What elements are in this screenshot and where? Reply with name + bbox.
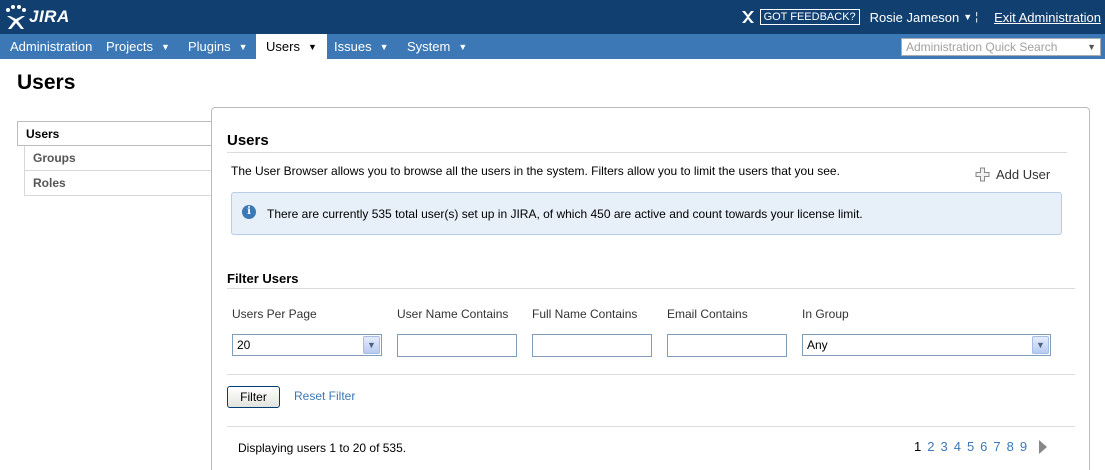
jira-logo[interactable]: JIRA xyxy=(4,3,70,31)
add-user-label: Add User xyxy=(996,167,1051,182)
chevron-down-icon: ▼ xyxy=(238,42,248,52)
filter-users-heading: Filter Users xyxy=(227,271,299,286)
chevron-down-icon[interactable]: ▼ xyxy=(363,336,380,354)
quick-search-placeholder: Administration Quick Search xyxy=(906,40,1058,54)
next-page-icon[interactable] xyxy=(1039,439,1048,454)
in-group-select[interactable]: Any ▼ xyxy=(802,334,1051,356)
info-message-text: There are currently 535 total user(s) se… xyxy=(267,207,863,221)
page-link-8[interactable]: 8 xyxy=(1007,439,1014,454)
in-group-label: In Group xyxy=(802,307,849,321)
email-contains-label: Email Contains xyxy=(667,307,748,321)
divider xyxy=(227,374,1075,375)
description-text: The User Browser allows you to browse al… xyxy=(231,164,840,178)
page-link-7[interactable]: 7 xyxy=(993,439,1000,454)
nav-item-administration[interactable]: Administration xyxy=(0,34,102,59)
page-link-5[interactable]: 5 xyxy=(967,439,974,454)
chevron-down-icon[interactable]: ▼ xyxy=(1032,336,1049,354)
main-content-panel: Users The User Browser allows you to bro… xyxy=(211,107,1090,470)
chevron-down-icon[interactable]: ▼ xyxy=(963,12,972,22)
logo-text: JIRA xyxy=(29,7,70,26)
user-name-link[interactable]: Rosie Jameson xyxy=(870,10,960,25)
fullname-contains-input[interactable] xyxy=(532,334,652,357)
page-link-9[interactable]: 9 xyxy=(1020,439,1027,454)
divider xyxy=(227,288,1075,289)
chevron-down-icon: ▼ xyxy=(458,42,468,52)
exit-administration-link[interactable]: Exit Administration xyxy=(994,10,1101,25)
nav-item-label: Users xyxy=(266,39,300,54)
divider xyxy=(227,152,1067,153)
reset-filter-link[interactable]: Reset Filter xyxy=(294,389,355,403)
nav-item-label: Administration xyxy=(10,39,93,54)
section-title: Users xyxy=(227,132,269,149)
page-link-1: 1 xyxy=(914,439,922,454)
chevron-down-icon[interactable]: ▼ xyxy=(1087,39,1096,55)
nav-item-plugins[interactable]: Plugins ▼ xyxy=(178,34,258,59)
top-header: JIRA GOT FEEDBACK? Rosie Jameson ▼ ¦ Exi… xyxy=(0,0,1105,34)
results-count-text: Displaying users 1 to 20 of 535. xyxy=(238,441,407,455)
page-link-6[interactable]: 6 xyxy=(980,439,987,454)
users-per-page-value: 20 xyxy=(237,338,251,352)
filter-button[interactable]: Filter xyxy=(227,386,280,408)
add-user-button[interactable]: Add User xyxy=(975,167,1050,182)
page-link-2[interactable]: 2 xyxy=(927,439,934,454)
plus-icon xyxy=(975,167,990,182)
users-per-page-label: Users Per Page xyxy=(232,307,317,321)
nav-item-label: Issues xyxy=(334,39,372,54)
nav-item-system[interactable]: System ▼ xyxy=(397,34,477,59)
chevron-down-icon: ▼ xyxy=(160,42,170,52)
pagination: 1 2 3 4 5 6 7 8 9 xyxy=(914,439,1048,454)
divider: ¦ xyxy=(975,11,979,23)
nav-item-users[interactable]: Users ▼ xyxy=(256,34,327,59)
divider xyxy=(227,426,1075,427)
email-contains-input[interactable] xyxy=(667,334,787,357)
feedback-icon xyxy=(741,11,754,23)
nav-item-label: Plugins xyxy=(188,39,231,54)
username-contains-input[interactable] xyxy=(397,334,517,357)
side-menu-item-groups[interactable]: Groups xyxy=(24,146,212,171)
nav-item-issues[interactable]: Issues ▼ xyxy=(324,34,399,59)
page-title: Users xyxy=(17,71,76,94)
username-contains-label: User Name Contains xyxy=(397,307,509,321)
nav-item-label: Projects xyxy=(106,39,153,54)
header-user-area: GOT FEEDBACK? Rosie Jameson ▼ ¦ Exit Adm… xyxy=(740,0,1101,34)
in-group-value: Any xyxy=(807,338,828,352)
chevron-down-icon: ▼ xyxy=(379,42,389,52)
nav-item-label: System xyxy=(407,39,451,54)
side-menu-item-users[interactable]: Users xyxy=(17,121,212,146)
admin-nav-bar: Administration Projects ▼ Plugins ▼ Users ▼… xyxy=(0,34,1105,59)
page-link-3[interactable]: 3 xyxy=(940,439,947,454)
users-per-page-select[interactable]: 20 ▼ xyxy=(232,334,382,356)
page-link-4[interactable]: 4 xyxy=(954,439,961,454)
info-message-box: i There are currently 535 total user(s) … xyxy=(231,192,1062,235)
fullname-contains-label: Full Name Contains xyxy=(532,307,638,321)
admin-quick-search-input[interactable]: Administration Quick Search ▼ xyxy=(901,38,1101,56)
info-icon: i xyxy=(242,205,256,219)
jira-logo-icon xyxy=(6,5,26,29)
side-menu: Users Groups Roles xyxy=(17,121,212,196)
nav-item-projects[interactable]: Projects ▼ xyxy=(96,34,180,59)
chevron-down-icon: ▼ xyxy=(307,42,317,52)
side-menu-item-roles[interactable]: Roles xyxy=(24,171,212,196)
feedback-button[interactable]: GOT FEEDBACK? xyxy=(759,9,860,25)
